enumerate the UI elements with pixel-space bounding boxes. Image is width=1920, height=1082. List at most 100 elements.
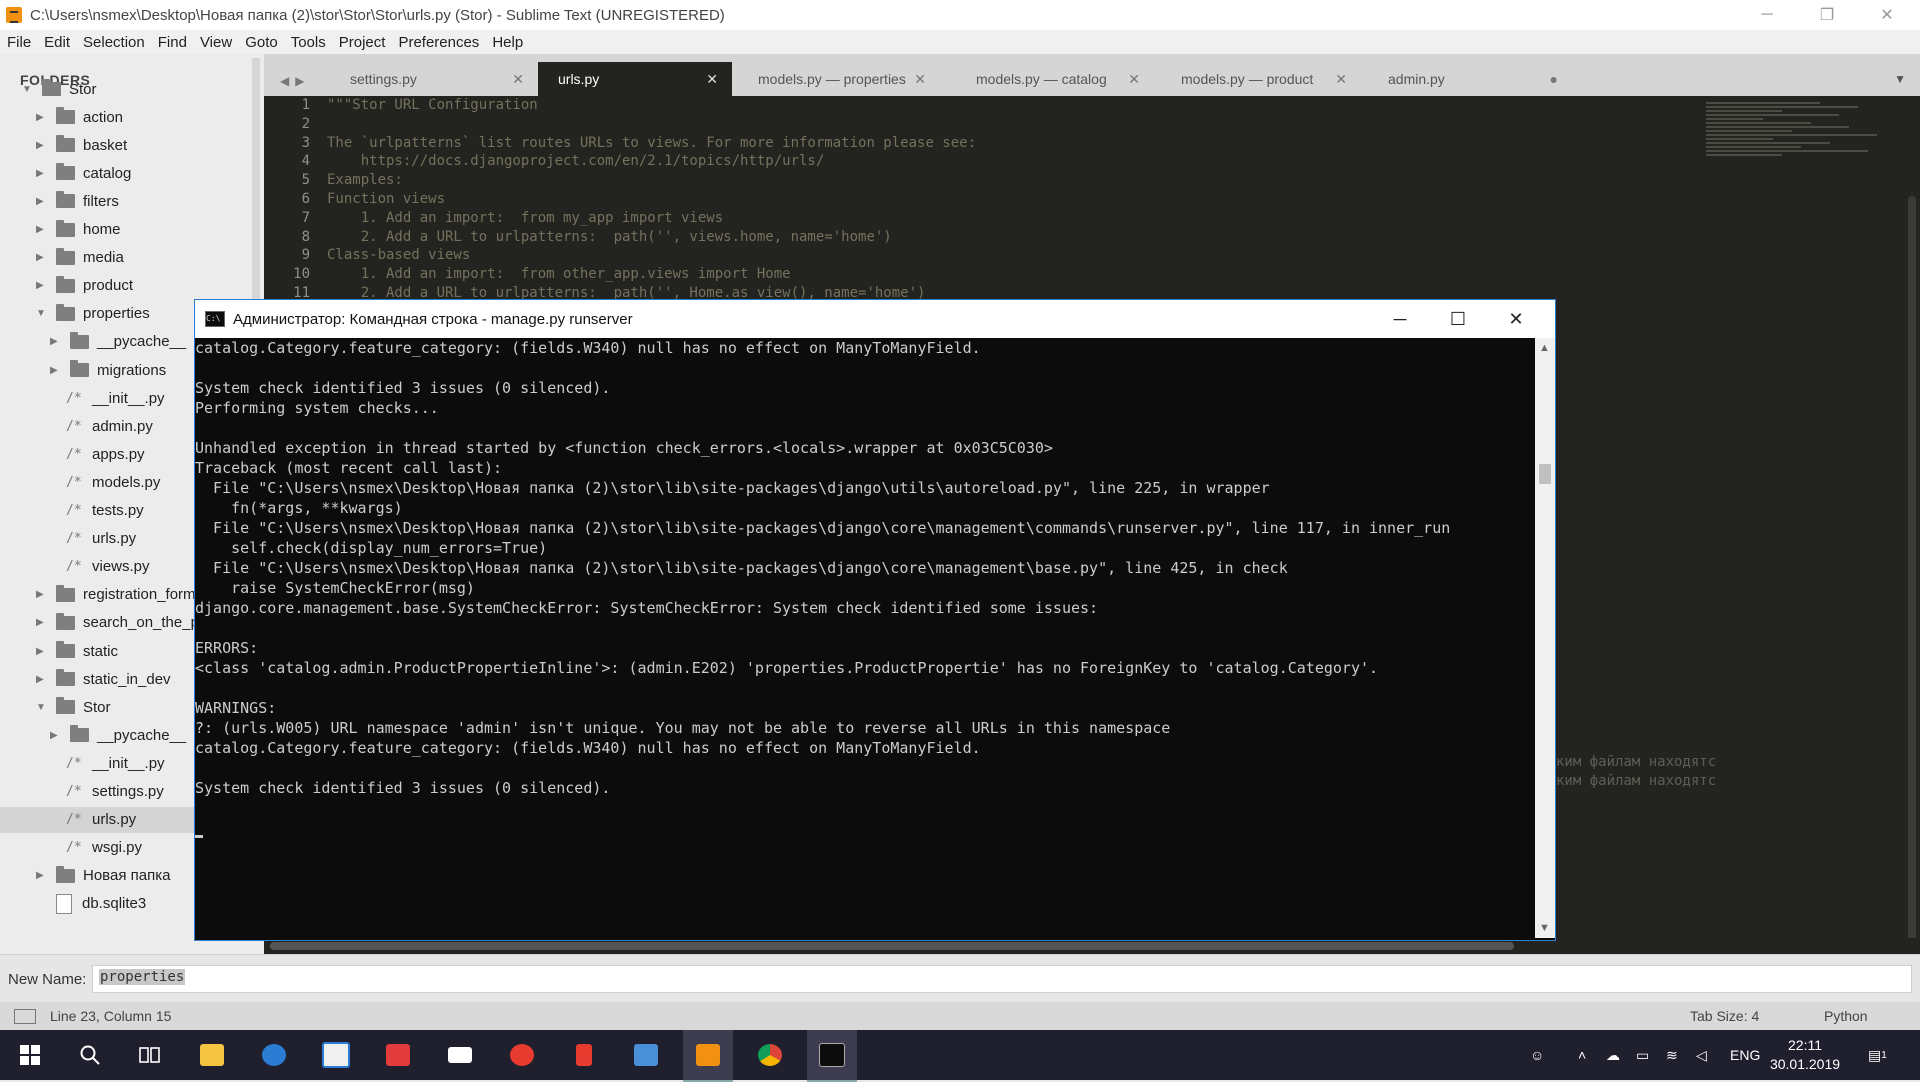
collapsed-arrow-icon[interactable]: ▶ bbox=[36, 674, 48, 685]
start-button[interactable] bbox=[5, 1030, 55, 1080]
sidebar-item[interactable]: ▼ Stor bbox=[22, 76, 97, 102]
yandex-icon[interactable] bbox=[559, 1030, 609, 1080]
yandex-browser-icon[interactable] bbox=[497, 1030, 547, 1080]
sidebar-item[interactable]: /* urls.py bbox=[50, 526, 136, 552]
wifi-icon[interactable]: ≋ bbox=[1666, 1030, 1678, 1080]
sidebar-item[interactable]: /* tests.py bbox=[50, 498, 144, 524]
language-indicator[interactable]: ENG bbox=[1730, 1030, 1760, 1080]
collapsed-arrow-icon[interactable]: ▶ bbox=[36, 224, 48, 235]
tab-models-catalog[interactable]: models.py — catalog ✕ bbox=[950, 62, 1154, 96]
command-prompt-window[interactable]: C:\ Администратор: Командная строка - ma… bbox=[194, 299, 1556, 941]
scroll-up-icon[interactable]: ▲ bbox=[1539, 342, 1550, 354]
sublime-text-taskbar-icon[interactable] bbox=[683, 1030, 733, 1082]
tab-urls-py[interactable]: urls.py ✕ bbox=[538, 62, 732, 96]
task-view-icon[interactable] bbox=[125, 1030, 175, 1080]
expanded-arrow-icon[interactable]: ▼ bbox=[36, 702, 48, 713]
sidebar-item[interactable]: /* __init__.py bbox=[50, 385, 165, 411]
sidebar-item[interactable]: /* __init__.py bbox=[50, 750, 165, 776]
collapsed-arrow-icon[interactable]: ▶ bbox=[36, 140, 48, 151]
close-icon[interactable]: ✕ bbox=[512, 71, 524, 88]
sidebar-item[interactable]: /* apps.py bbox=[50, 441, 145, 467]
collapsed-arrow-icon[interactable]: ▶ bbox=[36, 617, 48, 628]
sidebar-item[interactable]: ▶ home bbox=[36, 217, 121, 243]
code-content[interactable]: """Stor URL Configuration The `urlpattern… bbox=[327, 96, 976, 303]
collapsed-arrow-icon[interactable]: ▶ bbox=[50, 336, 62, 347]
menu-goto[interactable]: Goto bbox=[238, 34, 284, 51]
expanded-arrow-icon[interactable]: ▼ bbox=[36, 308, 48, 319]
menu-tools[interactable]: Tools bbox=[284, 34, 332, 51]
minimize-button[interactable]: ─ bbox=[1738, 0, 1796, 30]
collapsed-arrow-icon[interactable]: ▶ bbox=[50, 365, 62, 376]
sidebar-item[interactable]: ▶ migrations bbox=[50, 357, 166, 383]
close-icon[interactable]: ✕ bbox=[1335, 71, 1347, 88]
sidebar-item[interactable]: ▶ static_in_dev bbox=[36, 666, 171, 692]
minimap[interactable] bbox=[1706, 100, 1896, 220]
sidebar-item[interactable]: /* views.py bbox=[50, 554, 150, 580]
menu-find[interactable]: Find bbox=[151, 34, 193, 51]
command-prompt-taskbar-icon[interactable] bbox=[807, 1030, 857, 1082]
menu-help[interactable]: Help bbox=[485, 34, 529, 51]
sidebar-item[interactable]: /* urls.py bbox=[50, 807, 136, 833]
sidebar-item[interactable]: db.sqlite3 bbox=[36, 891, 146, 917]
chrome-icon[interactable] bbox=[745, 1030, 795, 1080]
tray-chevron-icon[interactable]: ˄ bbox=[1578, 1030, 1586, 1080]
menu-file[interactable]: File bbox=[0, 34, 37, 51]
cmd-output[interactable]: catalog.Category.feature_category: (fiel… bbox=[195, 338, 1531, 936]
mail-icon[interactable] bbox=[435, 1030, 485, 1080]
tab-models-product[interactable]: models.py — product ✕ bbox=[1155, 62, 1361, 96]
syntax-selector[interactable]: Python bbox=[1824, 1008, 1868, 1024]
gift-icon[interactable] bbox=[373, 1030, 423, 1080]
cmd-close-button[interactable]: ✕ bbox=[1487, 300, 1545, 338]
sidebar-item[interactable]: ▶ product bbox=[36, 273, 133, 299]
collapsed-arrow-icon[interactable]: ▶ bbox=[36, 196, 48, 207]
sidebar-item[interactable]: ▶ media bbox=[36, 245, 124, 271]
volume-icon[interactable]: ◁ bbox=[1696, 1030, 1707, 1080]
sidebar-item[interactable]: ▶ search_on_the_pr bbox=[36, 610, 204, 636]
editor-horizontal-scrollbar[interactable] bbox=[270, 942, 1514, 950]
tab-nav-arrows-icon[interactable]: ◀▶ bbox=[280, 74, 310, 88]
menu-selection[interactable]: Selection bbox=[76, 34, 151, 51]
sidebar-item[interactable]: /* settings.py bbox=[50, 779, 164, 805]
menu-view[interactable]: View bbox=[193, 34, 238, 51]
unsaved-dot-icon[interactable]: ● bbox=[1550, 71, 1558, 87]
remote-icon[interactable] bbox=[621, 1030, 671, 1080]
sidebar-item[interactable]: /* models.py bbox=[50, 469, 160, 495]
collapsed-arrow-icon[interactable]: ▶ bbox=[36, 589, 48, 600]
menu-edit[interactable]: Edit bbox=[37, 34, 76, 51]
store-icon[interactable] bbox=[311, 1030, 361, 1080]
sidebar-item[interactable]: ▼ Stor bbox=[36, 694, 111, 720]
close-icon[interactable]: ✕ bbox=[1128, 71, 1140, 88]
scroll-down-icon[interactable]: ▼ bbox=[1539, 922, 1550, 934]
tab-settings-py[interactable]: settings.py ✕ bbox=[324, 62, 538, 96]
expanded-arrow-icon[interactable]: ▼ bbox=[22, 84, 34, 95]
collapsed-arrow-icon[interactable]: ▶ bbox=[36, 870, 48, 881]
close-button[interactable]: ✕ bbox=[1858, 0, 1916, 30]
sidebar-item[interactable]: ▶ action bbox=[36, 104, 123, 130]
cmd-minimize-button[interactable]: ─ bbox=[1371, 300, 1429, 338]
close-icon[interactable]: ✕ bbox=[914, 71, 926, 88]
collapsed-arrow-icon[interactable]: ▶ bbox=[36, 112, 48, 123]
onedrive-icon[interactable]: ☁ bbox=[1606, 1030, 1620, 1080]
tab-admin-py[interactable]: admin.py ● bbox=[1362, 62, 1572, 96]
file-explorer-icon[interactable] bbox=[187, 1030, 237, 1080]
close-icon[interactable]: ✕ bbox=[706, 71, 718, 88]
clock[interactable]: 22:11 30.01.2019 bbox=[1769, 1036, 1841, 1074]
maximize-button[interactable]: ❐ bbox=[1798, 0, 1856, 30]
tab-list-chevron-icon[interactable]: ▼ bbox=[1894, 72, 1906, 86]
panel-toggle-icon[interactable] bbox=[14, 1009, 36, 1024]
sidebar-item[interactable]: /* wsgi.py bbox=[50, 835, 142, 861]
cmd-scrollbar[interactable]: ▲ ▼ bbox=[1535, 338, 1555, 938]
tab-models-properties[interactable]: models.py — properties ✕ bbox=[732, 62, 940, 96]
sidebar-item[interactable]: ▶ Новая папка bbox=[36, 863, 170, 889]
sidebar-item[interactable]: ▶ basket bbox=[36, 132, 127, 158]
sidebar-item[interactable]: ▶ registration_form bbox=[36, 582, 196, 608]
people-icon[interactable]: ☺ bbox=[1530, 1030, 1544, 1080]
sidebar-item[interactable]: ▼ properties bbox=[36, 301, 150, 327]
menu-project[interactable]: Project bbox=[332, 34, 392, 51]
search-icon[interactable] bbox=[65, 1030, 115, 1080]
collapsed-arrow-icon[interactable]: ▶ bbox=[36, 646, 48, 657]
sidebar-item[interactable]: /* admin.py bbox=[50, 413, 153, 439]
tab-size[interactable]: Tab Size: 4 bbox=[1690, 1008, 1759, 1024]
editor-vertical-scrollbar[interactable] bbox=[1908, 196, 1916, 1032]
menu-preferences[interactable]: Preferences bbox=[391, 34, 485, 51]
